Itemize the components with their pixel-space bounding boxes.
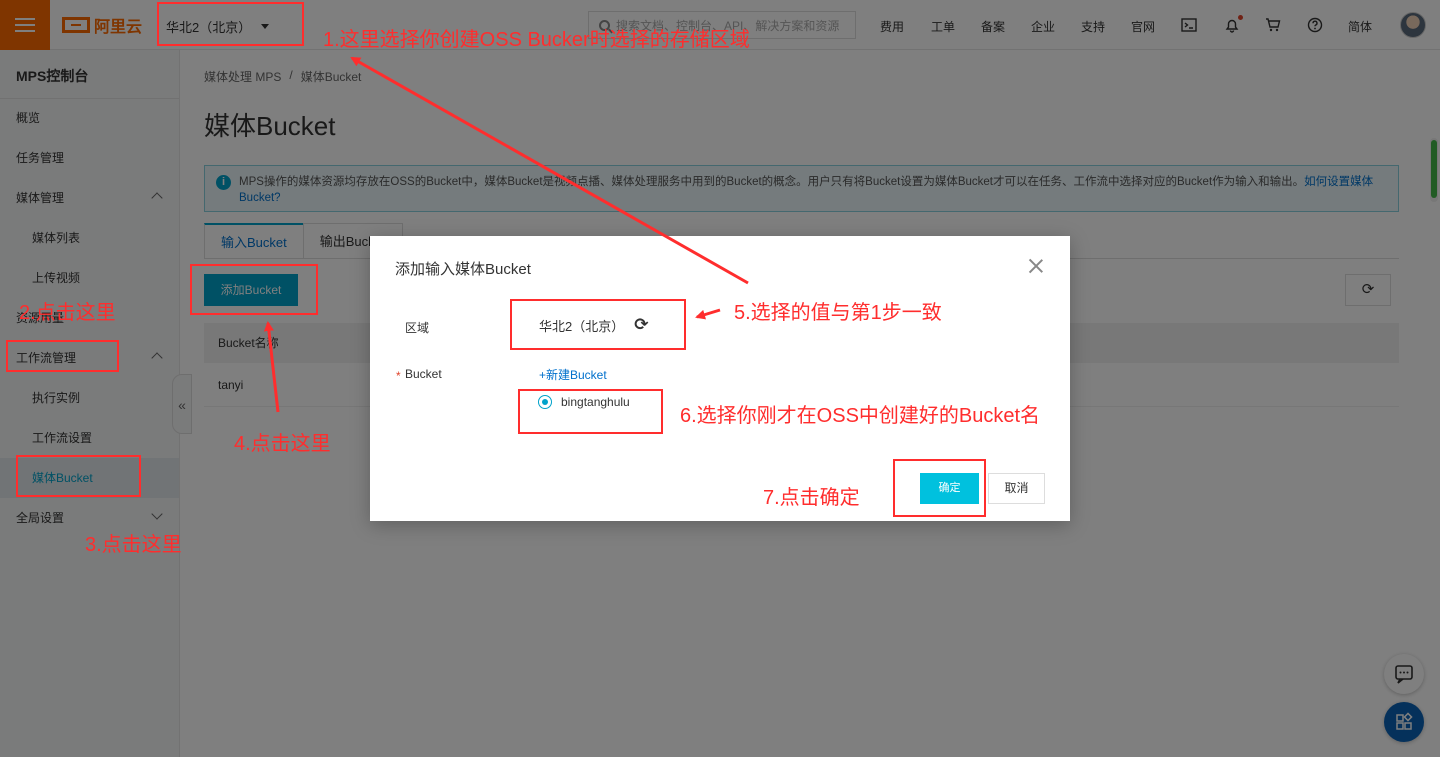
annotation-step1: 1.这里选择你创建OSS Bucker时选择的存储区域 <box>323 29 750 51</box>
annotation-step3: 3.点击这里 <box>85 534 182 556</box>
annotation-step6: 6.选择你刚才在OSS中创建好的Bucket名 <box>680 405 1041 427</box>
annotation-step7: 7.点击确定 <box>763 487 860 509</box>
arrow-step5-to-step1 <box>350 56 749 285</box>
annotation-step2: 2.点击这里 <box>19 302 116 324</box>
annotation-arrows <box>263 56 749 413</box>
annotation-step5: 5.选择的值与第1步一致 <box>734 302 942 324</box>
annotation-step4: 4.点击这里 <box>234 433 331 455</box>
arrow-step5-to-region <box>695 308 721 320</box>
arrow-step4-to-add-button <box>263 321 280 413</box>
